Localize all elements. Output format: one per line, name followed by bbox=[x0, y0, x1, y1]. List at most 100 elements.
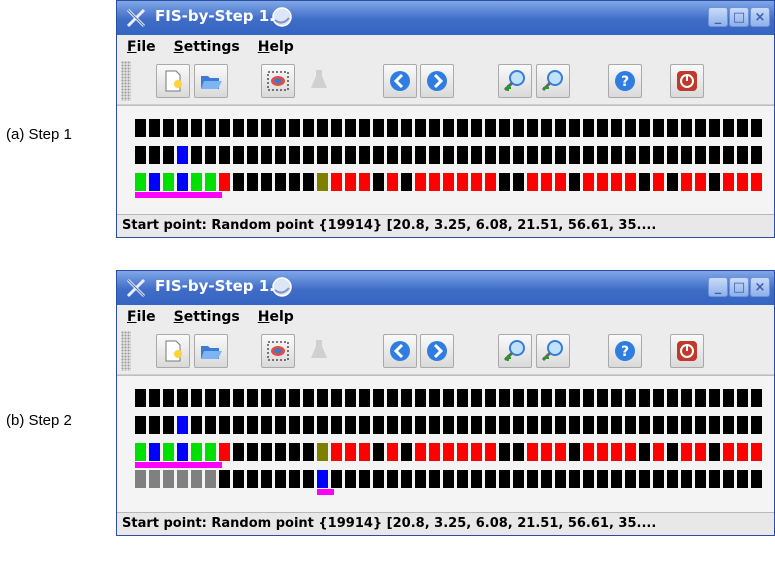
forward-button[interactable] bbox=[420, 334, 454, 368]
sequence-cell bbox=[401, 173, 412, 191]
sequence-row bbox=[135, 389, 765, 407]
sequence-cell bbox=[429, 173, 440, 191]
sequence-cell bbox=[345, 443, 356, 461]
sequence-cell bbox=[471, 119, 482, 137]
sequence-cell bbox=[401, 443, 412, 461]
zoom-in-icon bbox=[503, 70, 525, 92]
help-button[interactable]: ? bbox=[608, 64, 642, 98]
sequence-cell bbox=[205, 416, 216, 434]
menu-help[interactable]: Help bbox=[258, 39, 294, 55]
toolbar-grip[interactable] bbox=[121, 61, 131, 101]
sequence-cell bbox=[695, 173, 706, 191]
sequence-cell bbox=[415, 119, 426, 137]
new-file-button[interactable] bbox=[156, 334, 190, 368]
app-logo-icon bbox=[126, 8, 146, 28]
minimize-button[interactable]: _ bbox=[708, 277, 728, 297]
sequence-cell bbox=[485, 416, 496, 434]
sequence-cell bbox=[541, 443, 552, 461]
sequence-cell bbox=[667, 470, 678, 488]
sequence-cell bbox=[625, 173, 636, 191]
sequence-cell bbox=[583, 173, 594, 191]
sequence-cell bbox=[737, 416, 748, 434]
sequence-cell bbox=[443, 389, 454, 407]
sequence-cell bbox=[247, 389, 258, 407]
maximize-button[interactable]: □ bbox=[729, 7, 749, 27]
sequence-cell bbox=[527, 119, 538, 137]
sequence-cell bbox=[625, 443, 636, 461]
sequence-cell bbox=[457, 389, 468, 407]
sequence-cell bbox=[555, 119, 566, 137]
sequence-canvas bbox=[117, 105, 774, 214]
title-bar[interactable]: FIS-by-Step 1.2 _ □ × bbox=[117, 271, 774, 305]
flask-button[interactable] bbox=[303, 334, 337, 368]
sequence-cell bbox=[289, 119, 300, 137]
sequence-cell bbox=[639, 389, 650, 407]
title-bar[interactable]: FIS-by-Step 1.2 _ □ × bbox=[117, 1, 774, 35]
sequence-cell bbox=[303, 389, 314, 407]
sequence-cell bbox=[513, 119, 524, 137]
forward-button[interactable] bbox=[420, 64, 454, 98]
sequence-cell bbox=[695, 389, 706, 407]
exit-button[interactable] bbox=[670, 64, 704, 98]
sequence-cell bbox=[527, 470, 538, 488]
new-file-button[interactable] bbox=[156, 64, 190, 98]
sequence-cell bbox=[471, 146, 482, 164]
sequence-cell bbox=[681, 119, 692, 137]
open-folder-button[interactable] bbox=[194, 64, 228, 98]
sequence-cell bbox=[415, 470, 426, 488]
zoom-in-button[interactable] bbox=[498, 334, 532, 368]
menu-settings[interactable]: Settings bbox=[174, 39, 240, 55]
sequence-cell bbox=[331, 119, 342, 137]
sequence-cell bbox=[149, 416, 160, 434]
sequence-cell bbox=[443, 119, 454, 137]
sequence-cell bbox=[359, 389, 370, 407]
menu-settings[interactable]: Settings bbox=[174, 309, 240, 325]
sequence-cell bbox=[597, 416, 608, 434]
sequence-cell bbox=[289, 389, 300, 407]
sequence-cell bbox=[527, 443, 538, 461]
sequence-cell bbox=[275, 389, 286, 407]
sequence-cell bbox=[345, 389, 356, 407]
status-bar: Start point: Random point {19914} [20.8,… bbox=[117, 512, 774, 535]
zoom-in-button[interactable] bbox=[498, 64, 532, 98]
flask-button[interactable] bbox=[303, 64, 337, 98]
sequence-cell bbox=[751, 389, 762, 407]
select-region-button[interactable] bbox=[261, 64, 295, 98]
toolbar-grip[interactable] bbox=[121, 331, 131, 371]
sequence-cell bbox=[191, 146, 202, 164]
exit-button[interactable] bbox=[670, 334, 704, 368]
sequence-cell bbox=[275, 146, 286, 164]
sequence-cell bbox=[303, 470, 314, 488]
zoom-out-button[interactable] bbox=[536, 64, 570, 98]
sequence-cell bbox=[555, 470, 566, 488]
zoom-out-button[interactable] bbox=[536, 334, 570, 368]
sequence-cell bbox=[261, 416, 272, 434]
back-button[interactable] bbox=[383, 64, 417, 98]
sequence-cell bbox=[583, 416, 594, 434]
sequence-cell bbox=[359, 119, 370, 137]
back-button[interactable] bbox=[383, 334, 417, 368]
sequence-cell bbox=[163, 119, 174, 137]
sequence-cell bbox=[261, 443, 272, 461]
sequence-cell bbox=[177, 389, 188, 407]
help-icon: ? bbox=[615, 71, 635, 91]
sequence-cell bbox=[415, 443, 426, 461]
menu-file[interactable]: File bbox=[127, 39, 156, 55]
maximize-button[interactable]: □ bbox=[729, 277, 749, 297]
close-button[interactable]: × bbox=[750, 7, 770, 27]
help-button[interactable]: ? bbox=[608, 334, 642, 368]
select-region-button[interactable] bbox=[261, 334, 295, 368]
menu-file[interactable]: File bbox=[127, 309, 156, 325]
close-button[interactable]: × bbox=[750, 277, 770, 297]
sequence-cell bbox=[373, 389, 384, 407]
sequence-cell bbox=[205, 173, 216, 191]
minimize-button[interactable]: _ bbox=[708, 7, 728, 27]
sequence-cell bbox=[205, 443, 216, 461]
flask-icon bbox=[311, 70, 327, 88]
sequence-cell bbox=[275, 470, 286, 488]
menu-help[interactable]: Help bbox=[258, 309, 294, 325]
sequence-cell bbox=[667, 443, 678, 461]
open-folder-button[interactable] bbox=[194, 334, 228, 368]
sequence-cell bbox=[597, 443, 608, 461]
sequence-cell bbox=[359, 443, 370, 461]
